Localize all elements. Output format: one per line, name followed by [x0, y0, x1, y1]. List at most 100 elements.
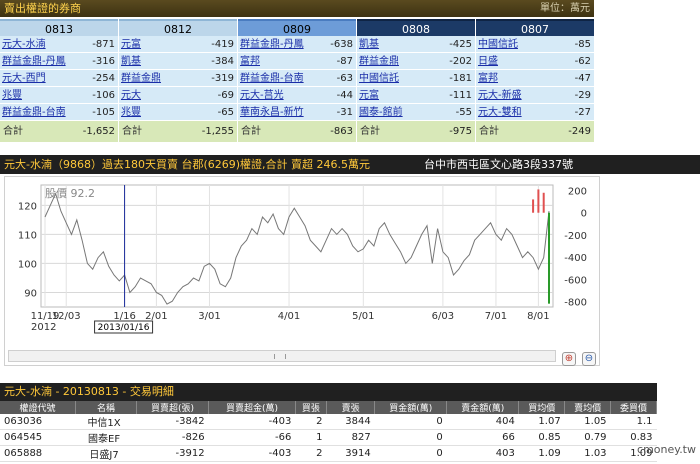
broker-row: 兆豐 -106	[0, 87, 118, 104]
broker-link[interactable]: 群益金鼎	[359, 53, 431, 69]
broker-link[interactable]: 凱基	[121, 53, 193, 69]
column-header: 權證代號	[0, 401, 77, 414]
table-cell: 404	[446, 414, 519, 430]
scroll-grip[interactable]	[274, 354, 286, 359]
broker-column: 0808 凱基 -425 群益金鼎 -202 中國信託 -181 元富 -111 國泰-館前 -55…	[357, 19, 475, 143]
broker-value: -31	[336, 107, 353, 118]
total-value: -249	[568, 126, 591, 137]
table-cell: 國泰EF	[75, 429, 137, 446]
broker-row: 國泰-館前 -55	[357, 104, 475, 121]
broker-link[interactable]: 群益金鼎	[121, 70, 193, 86]
broker-link[interactable]: 元大-雙和	[478, 104, 550, 120]
broker-link[interactable]: 元富	[359, 87, 431, 103]
broker-value: -202	[449, 56, 472, 67]
broker-row: 富邦 -87	[238, 53, 356, 70]
table-cell: 2	[295, 414, 327, 430]
net-bar	[548, 212, 550, 304]
table-cell: 064545	[0, 429, 76, 446]
broker-link[interactable]: 富邦	[240, 53, 312, 69]
broker-value: -85	[574, 39, 591, 50]
table-cell: 日盛J7	[75, 445, 137, 462]
x-tick: 8/01	[527, 311, 549, 322]
broker-value: -69	[217, 90, 234, 101]
broker-row: 群益金鼎 -202	[357, 53, 475, 70]
x-tick: 1/16	[113, 311, 135, 322]
broker-value: -105	[92, 107, 115, 118]
net-bar	[542, 192, 545, 213]
broker-link[interactable]: 元富	[121, 36, 193, 52]
broker-link[interactable]: 元大-西門	[2, 70, 74, 86]
legend-label: 股價 92.2	[45, 186, 95, 200]
y-right-tick: 200	[568, 187, 587, 198]
table-cell: 1.07	[518, 414, 565, 430]
price-chart[interactable]: 90 100 110 120 200 0 -200 -400 -600 -800 11/19 12/0…	[4, 176, 600, 366]
chart-scrollbar[interactable]	[8, 350, 556, 362]
y-right-tick: -200	[564, 231, 587, 242]
broker-value: -63	[336, 73, 353, 84]
broker-row: 群益金鼎-台南 -105	[0, 104, 118, 121]
y-left-tick: 100	[18, 259, 37, 270]
broker-link[interactable]: 元大-莒光	[240, 87, 312, 103]
broker-value: -87	[336, 56, 353, 67]
broker-value: -419	[211, 39, 234, 50]
broker-link[interactable]: 中國信託	[359, 70, 431, 86]
broker-row: 凱基 -384	[119, 53, 237, 70]
broker-row: 富邦 -47	[476, 70, 594, 87]
broker-link[interactable]: 兆豐	[121, 104, 193, 120]
table-cell: 1.1	[610, 414, 657, 430]
broker-value: -111	[449, 90, 472, 101]
total-value: -975	[449, 126, 472, 137]
broker-link[interactable]: 國泰-館前	[359, 104, 431, 120]
broker-row: 元大-莒光 -44	[238, 87, 356, 104]
broker-link[interactable]: 中國信託	[478, 36, 550, 52]
broker-link[interactable]: 元大-水湳	[2, 36, 74, 52]
unit-label: 單位：萬元	[540, 3, 590, 14]
broker-link[interactable]: 兆豐	[2, 87, 74, 103]
net-bar	[532, 199, 535, 213]
table-cell: 1	[295, 429, 327, 446]
broker-value: -254	[92, 73, 115, 84]
table-cell: 827	[326, 429, 375, 446]
broker-link[interactable]: 日盛	[478, 53, 550, 69]
column-header: 買賣超(張)	[136, 401, 210, 414]
broker-link[interactable]: 群益金鼎-丹鳳	[2, 53, 74, 69]
total-value: -1,255	[201, 126, 234, 137]
table-cell: 063036	[0, 414, 76, 430]
column-header: 買張	[295, 401, 328, 414]
zoom-out-icon[interactable]: ⊖	[582, 352, 596, 366]
column-total: 合計 -249	[476, 121, 594, 142]
broker-value: -47	[574, 73, 591, 84]
x-tick: 7/01	[485, 311, 507, 322]
broker-row: 華南永昌-新竹 -31	[238, 104, 356, 121]
broker-row: 中國信託 -181	[357, 70, 475, 87]
broker-row: 元大-新盛 -29	[476, 87, 594, 104]
broker-row: 群益金鼎 -319	[119, 70, 237, 87]
x-tick: 3/01	[198, 311, 220, 322]
chart-title: 元大-水湳（9868）過去180天買賣 台郡(6269)權證,合計 賣超 246…	[4, 158, 371, 171]
table-cell: 中信1X	[75, 414, 137, 430]
broker-row: 元大-水湳 -871	[0, 36, 118, 53]
broker-link[interactable]: 富邦	[478, 70, 550, 86]
broker-link[interactable]: 元大	[121, 87, 193, 103]
table-cell: 2	[295, 445, 327, 462]
total-label: 合計	[479, 126, 499, 137]
broker-value: -181	[449, 73, 472, 84]
table-cell: 0	[374, 414, 447, 430]
watermark: cmoney.tw	[637, 443, 696, 456]
broker-link[interactable]: 群益金鼎-台南	[2, 104, 74, 120]
broker-value: -425	[449, 39, 472, 50]
broker-value: -44	[336, 90, 353, 101]
table-cell: -403	[208, 445, 296, 462]
broker-link[interactable]: 凱基	[359, 36, 431, 52]
cursor-label: 2013/01/16	[98, 323, 150, 333]
broker-link[interactable]: 群益金鼎-丹鳳	[240, 36, 312, 52]
broker-link[interactable]: 元大-新盛	[478, 87, 550, 103]
table-cell: 1.05	[564, 414, 611, 430]
broker-link[interactable]: 群益金鼎-台南	[240, 70, 312, 86]
broker-link[interactable]: 華南永昌-新竹	[240, 104, 312, 120]
broker-row: 中國信託 -85	[476, 36, 594, 53]
zoom-in-icon[interactable]: ⊕	[562, 352, 576, 366]
year-label: 2012	[31, 322, 56, 333]
x-tick: 12/03	[52, 311, 81, 322]
table-cell: -3912	[136, 445, 209, 462]
